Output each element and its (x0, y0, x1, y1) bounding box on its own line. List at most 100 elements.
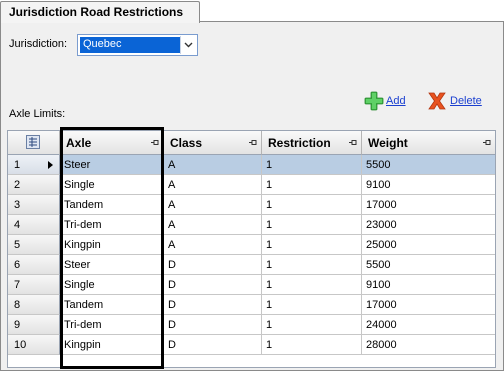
table-row[interactable]: 2 Single A 1 9100 (8, 175, 495, 195)
cell-axle[interactable]: Steer (60, 155, 164, 175)
cell-restriction[interactable]: 1 (262, 335, 362, 355)
row-number: 6 (14, 259, 21, 271)
cell-restriction[interactable]: 1 (262, 295, 362, 315)
jurisdiction-label: Jurisdiction: (9, 38, 68, 50)
cell-weight[interactable]: 5500 (362, 255, 495, 275)
cell-axle[interactable]: Kingpin (60, 335, 164, 355)
row-header[interactable]: 1 (8, 155, 60, 175)
grid-header-row: Axle Class Restriction Weight (8, 131, 495, 155)
chevron-down-icon (184, 42, 193, 48)
cell-axle[interactable]: Tri-dem (60, 215, 164, 235)
column-header-weight[interactable]: Weight (362, 131, 495, 155)
cell-restriction[interactable]: 1 (262, 215, 362, 235)
table-row[interactable]: 4 Tri-dem A 1 23000 (8, 215, 495, 235)
cell-class[interactable]: A (164, 195, 262, 215)
add-label[interactable]: Add (386, 95, 406, 107)
row-number: 7 (14, 279, 21, 291)
cell-restriction[interactable]: 1 (262, 175, 362, 195)
column-header-axle[interactable]: Axle (60, 131, 164, 155)
cell-class[interactable]: D (164, 295, 262, 315)
cell-axle[interactable]: Tri-dem (60, 315, 164, 335)
row-pointer-icon (48, 161, 53, 169)
cell-class[interactable]: A (164, 235, 262, 255)
cell-axle[interactable]: Single (60, 175, 164, 195)
cell-weight[interactable]: 9100 (362, 175, 495, 195)
table-row[interactable]: 6 Steer D 1 5500 (8, 255, 495, 275)
row-header[interactable]: 6 (8, 255, 60, 275)
row-header[interactable]: 9 (8, 315, 60, 335)
cell-axle[interactable]: Tandem (60, 295, 164, 315)
cell-axle[interactable]: Single (60, 275, 164, 295)
cell-restriction[interactable]: 1 (262, 195, 362, 215)
column-header-label: Restriction (268, 136, 331, 150)
column-header-restriction[interactable]: Restriction (262, 131, 362, 155)
table-row[interactable]: 5 Kingpin A 1 25000 (8, 235, 495, 255)
row-header[interactable]: 5 (8, 235, 60, 255)
row-number: 8 (14, 299, 21, 311)
delete-button[interactable]: Delete (426, 91, 482, 111)
cell-axle[interactable]: Steer (60, 255, 164, 275)
pin-icon[interactable] (249, 139, 257, 146)
cell-class[interactable]: A (164, 215, 262, 235)
row-header[interactable]: 8 (8, 295, 60, 315)
row-header[interactable]: 3 (8, 195, 60, 215)
dropdown-button[interactable] (180, 36, 196, 54)
cell-class[interactable]: D (164, 255, 262, 275)
axle-limits-label: Axle Limits: (9, 108, 66, 120)
row-number: 4 (14, 219, 21, 231)
column-header-label: Axle (66, 136, 92, 150)
jurisdiction-value: Quebec (80, 37, 180, 53)
cell-weight[interactable]: 23000 (362, 215, 495, 235)
table-row[interactable]: 7 Single D 1 9100 (8, 275, 495, 295)
cell-weight[interactable]: 17000 (362, 195, 495, 215)
cell-restriction[interactable]: 1 (262, 275, 362, 295)
jurisdiction-combobox[interactable]: Quebec (77, 34, 198, 56)
row-number: 5 (14, 239, 21, 251)
cell-weight[interactable]: 5500 (362, 155, 495, 175)
cell-class[interactable]: D (164, 315, 262, 335)
cell-class[interactable]: A (164, 155, 262, 175)
cell-weight[interactable]: 17000 (362, 295, 495, 315)
row-header[interactable]: 2 (8, 175, 60, 195)
row-header[interactable]: 10 (8, 335, 60, 355)
cell-axle[interactable]: Tandem (60, 195, 164, 215)
plus-icon (364, 91, 384, 111)
column-chooser-icon (26, 135, 40, 149)
row-number: 10 (14, 339, 27, 351)
tab-strip: Jurisdiction Road Restrictions (0, 0, 504, 23)
column-header-class[interactable]: Class (164, 131, 262, 155)
cell-weight[interactable]: 9100 (362, 275, 495, 295)
row-header[interactable]: 4 (8, 215, 60, 235)
pin-icon[interactable] (349, 139, 357, 146)
cell-restriction[interactable]: 1 (262, 235, 362, 255)
pin-icon[interactable] (483, 139, 491, 146)
table-row[interactable]: 10 Kingpin D 1 28000 (8, 335, 495, 355)
cell-weight[interactable]: 28000 (362, 335, 495, 355)
cell-restriction[interactable]: 1 (262, 315, 362, 335)
axle-limits-grid[interactable]: Axle Class Restriction Weight 1 Steer A 1 55… (7, 130, 496, 368)
table-row[interactable]: 8 Tandem D 1 17000 (8, 295, 495, 315)
table-row[interactable]: 3 Tandem A 1 17000 (8, 195, 495, 215)
column-header-label: Class (170, 136, 203, 150)
table-row[interactable]: 1 Steer A 1 5500 (8, 155, 495, 175)
cell-weight[interactable]: 25000 (362, 235, 495, 255)
cell-class[interactable]: A (164, 175, 262, 195)
cell-class[interactable]: D (164, 335, 262, 355)
add-button[interactable]: Add (364, 91, 406, 111)
row-number: 9 (14, 319, 21, 331)
pin-icon[interactable] (151, 139, 159, 146)
cell-restriction[interactable]: 1 (262, 255, 362, 275)
cell-class[interactable]: D (164, 275, 262, 295)
row-number: 3 (14, 199, 21, 211)
cell-restriction[interactable]: 1 (262, 155, 362, 175)
table-row[interactable]: 9 Tri-dem D 1 24000 (8, 315, 495, 335)
column-chooser-button[interactable] (8, 131, 60, 155)
tab-jurisdiction-road-restrictions[interactable]: Jurisdiction Road Restrictions (0, 1, 200, 23)
row-header[interactable]: 7 (8, 275, 60, 295)
column-header-label: Weight (368, 136, 408, 150)
delete-label[interactable]: Delete (450, 95, 482, 107)
cell-axle[interactable]: Kingpin (60, 235, 164, 255)
cell-weight[interactable]: 24000 (362, 315, 495, 335)
x-icon (428, 92, 446, 110)
row-number: 1 (14, 159, 21, 171)
